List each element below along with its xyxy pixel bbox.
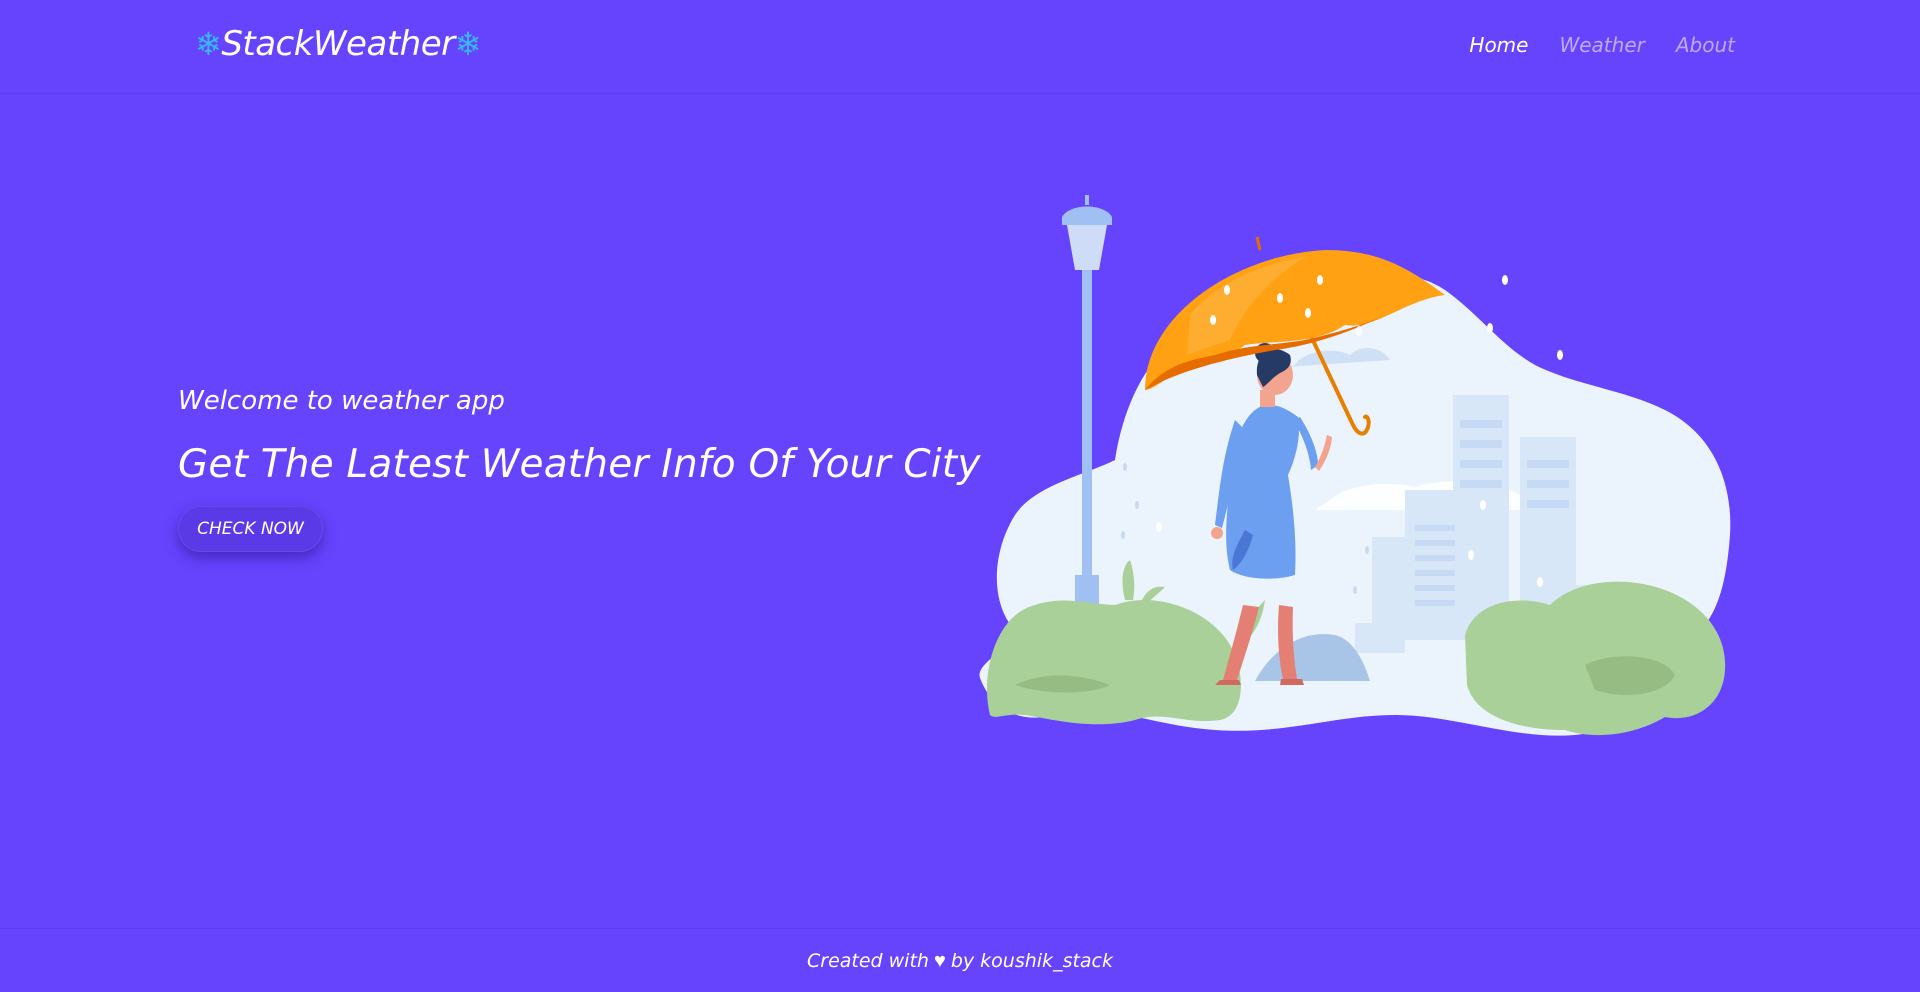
hero-text: Welcome to weather app Get The Latest We… xyxy=(178,386,981,487)
rain-umbrella-illustration xyxy=(979,195,1731,736)
page: ❄ StackWeather ❄ Home Weather About Welc… xyxy=(0,0,1920,992)
navbar: ❄ StackWeather ❄ Home Weather About xyxy=(0,0,1920,94)
nav-weather[interactable]: Weather xyxy=(1559,33,1644,57)
bush-right xyxy=(1465,581,1726,736)
brand-name: StackWeather xyxy=(221,24,455,64)
welcome-text: Welcome to weather app xyxy=(178,386,505,416)
footer-prefix: Created with xyxy=(806,949,929,972)
bush-left xyxy=(987,599,1241,725)
snowflake-icon: ❄ xyxy=(454,25,482,63)
footer: Created with ♥ by koushik_stack xyxy=(0,928,1920,992)
nav-home[interactable]: Home xyxy=(1469,33,1528,57)
umbrella-tip xyxy=(1255,236,1262,251)
brand-logo[interactable]: ❄ StackWeather ❄ xyxy=(195,24,481,64)
check-now-button[interactable]: CHECK NOW xyxy=(178,506,323,552)
heart-icon: ♥ xyxy=(933,948,946,972)
snowflake-icon: ❄ xyxy=(195,25,222,63)
nav-links: Home Weather About xyxy=(1469,33,1735,57)
footer-credit: by koushik_stack xyxy=(950,949,1114,972)
nav-about[interactable]: About xyxy=(1676,33,1735,57)
hero-headline: Get The Latest Weather Info Of Your City xyxy=(178,442,981,487)
